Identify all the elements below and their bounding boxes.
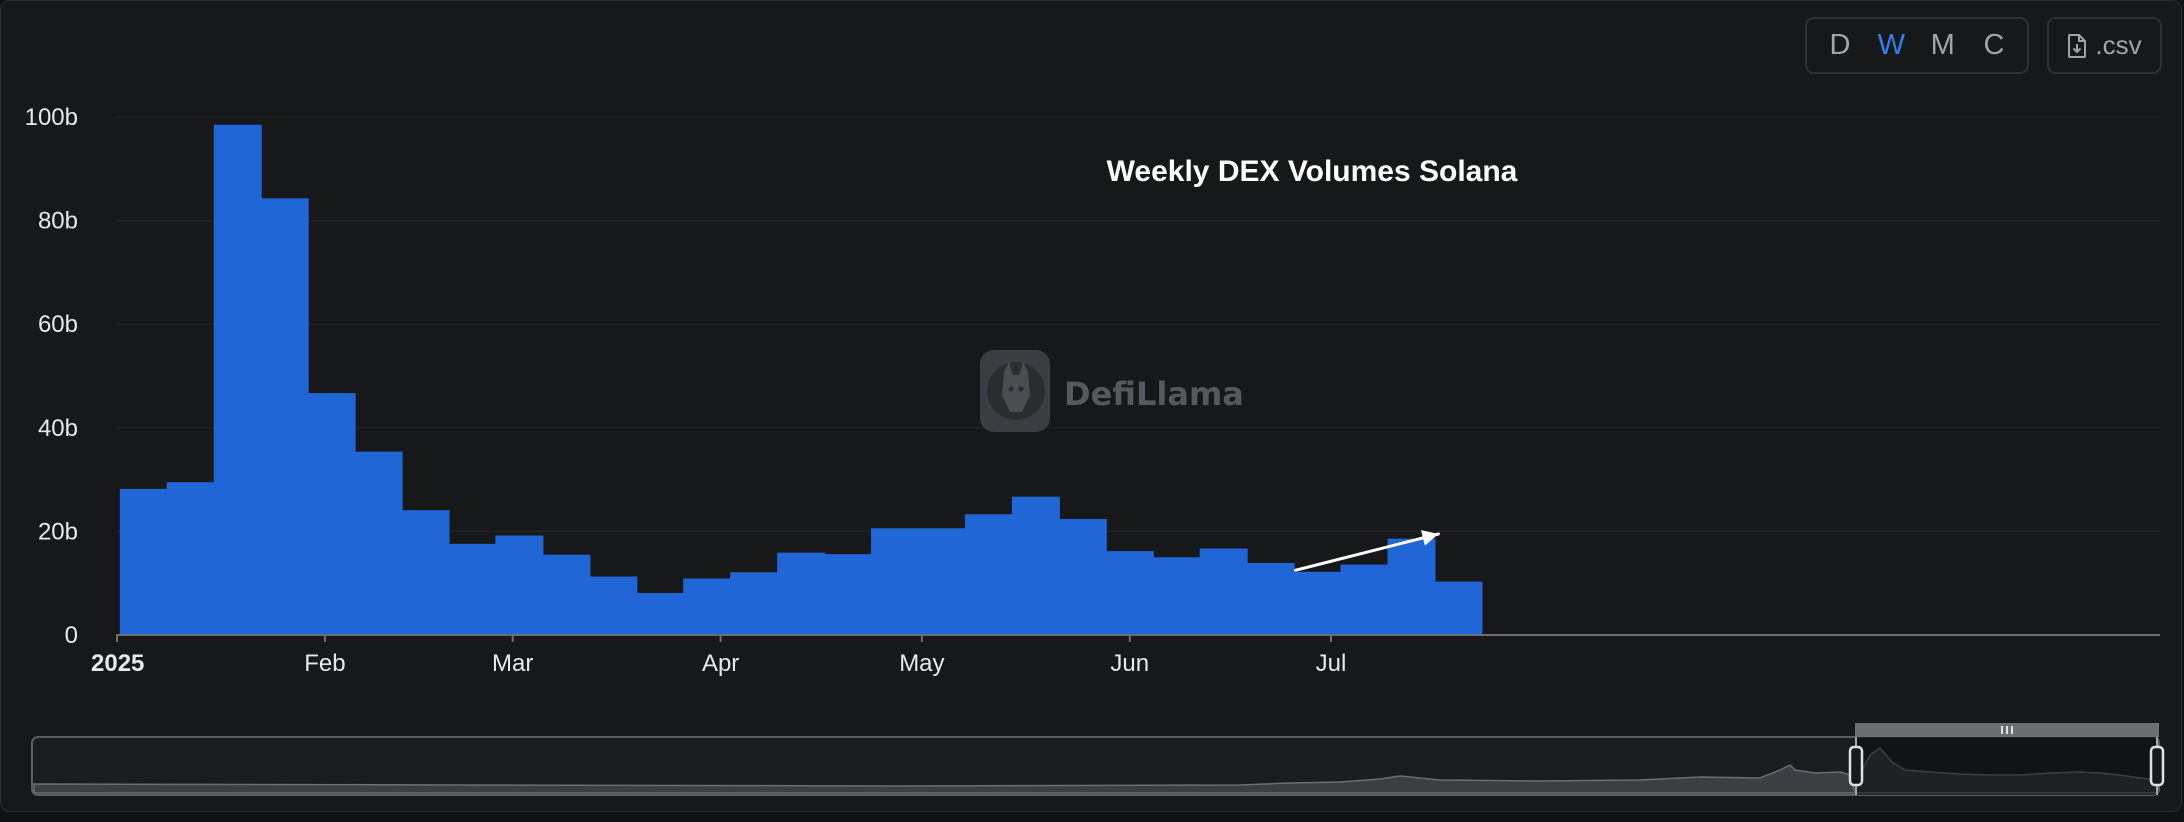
bar[interactable] bbox=[213, 124, 262, 636]
bar[interactable] bbox=[589, 576, 638, 635]
bar[interactable] bbox=[683, 578, 732, 635]
bar[interactable] bbox=[777, 552, 826, 635]
bar[interactable] bbox=[1152, 557, 1201, 635]
bar[interactable] bbox=[166, 482, 215, 635]
bars bbox=[119, 124, 1483, 636]
bar[interactable] bbox=[1434, 581, 1483, 635]
x-tick-label: Jul bbox=[1316, 650, 1347, 677]
bar[interactable] bbox=[495, 535, 544, 635]
y-tick-label: 80b bbox=[38, 208, 78, 235]
bar[interactable] bbox=[307, 393, 356, 635]
x-axis-ticks: 2025 Feb Mar Apr May Jun Jul bbox=[91, 635, 1346, 677]
y-tick-label: 60b bbox=[38, 311, 78, 338]
bar[interactable] bbox=[1105, 551, 1154, 635]
defillama-logo bbox=[980, 350, 1050, 432]
watermark-text: DefiLlama bbox=[1064, 375, 1244, 413]
bar[interactable] bbox=[119, 488, 168, 635]
y-tick-label: 40b bbox=[38, 415, 78, 442]
range-slider[interactable] bbox=[31, 723, 2165, 796]
y-axis-ticks: 0 20b 40b 60b 80b 100b bbox=[25, 104, 78, 649]
drag-grip-icon bbox=[2001, 726, 2013, 734]
x-tick-label: 2025 bbox=[91, 650, 144, 677]
bar[interactable] bbox=[964, 514, 1013, 635]
bar[interactable] bbox=[917, 528, 966, 635]
bar[interactable] bbox=[1293, 571, 1342, 635]
y-tick-label: 100b bbox=[25, 104, 78, 131]
bar[interactable] bbox=[1011, 496, 1060, 635]
x-tick-label: Apr bbox=[702, 650, 739, 677]
bar[interactable] bbox=[730, 572, 779, 635]
dex-volume-chart: DefiLlama 0 20b 40b 60b 80b 100b 2025 Feb Mar Ap… bbox=[25, 104, 2165, 796]
y-tick-label: 20b bbox=[38, 518, 78, 545]
bar[interactable] bbox=[1199, 548, 1248, 635]
bar[interactable] bbox=[1340, 564, 1389, 635]
bar[interactable] bbox=[260, 198, 309, 636]
bar[interactable] bbox=[824, 554, 873, 635]
bar[interactable] bbox=[448, 543, 497, 635]
x-tick-label: Jun bbox=[1110, 650, 1149, 677]
chart-title: Weekly DEX Volumes Solana bbox=[1107, 155, 1518, 188]
watermark: DefiLlama bbox=[980, 350, 1244, 432]
x-tick-label: Mar bbox=[492, 650, 533, 677]
bar[interactable] bbox=[636, 593, 685, 635]
bar[interactable] bbox=[354, 451, 403, 635]
bar[interactable] bbox=[1387, 538, 1436, 635]
bar[interactable] bbox=[542, 554, 591, 635]
x-tick-label: Feb bbox=[304, 650, 345, 677]
bar[interactable] bbox=[871, 528, 920, 635]
x-tick-label: May bbox=[899, 650, 944, 677]
bar[interactable] bbox=[1058, 518, 1107, 635]
y-tick-label: 0 bbox=[65, 622, 78, 649]
bar[interactable] bbox=[401, 510, 450, 635]
bar[interactable] bbox=[1246, 562, 1295, 635]
